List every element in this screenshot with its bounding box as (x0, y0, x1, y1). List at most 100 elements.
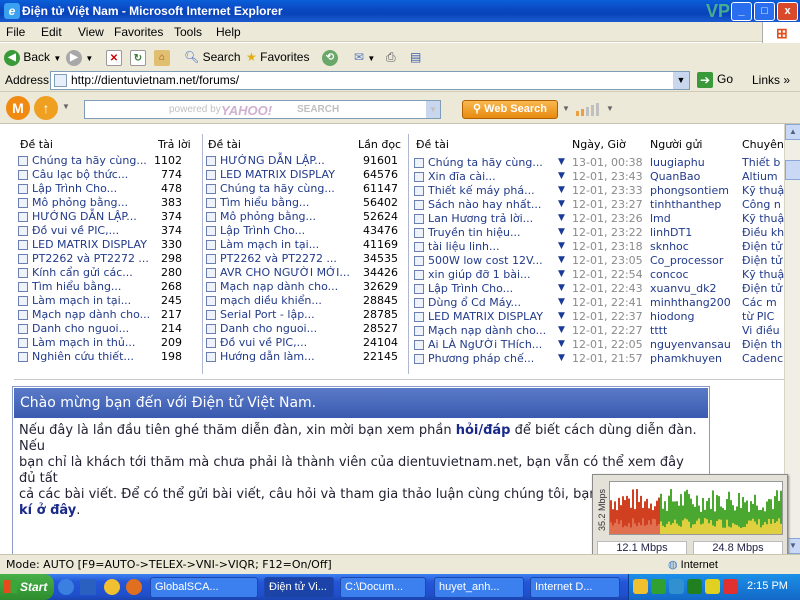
topic-link[interactable]: Ai LÀ NgƯỜi THích... (428, 338, 542, 351)
list-item[interactable]: Mô phỏng bằng... 52624 (206, 210, 402, 224)
mail-button[interactable]: ✉ ▼ (354, 47, 375, 67)
topic-link[interactable]: Sách nào hay nhất... (428, 198, 541, 211)
stop-button[interactable]: ✕ (106, 47, 122, 67)
history-button[interactable]: ⟲ (322, 47, 338, 67)
menu-help[interactable]: Help (216, 25, 241, 39)
list-item[interactable]: Mạch nạp dành cho... 32629 (206, 280, 402, 294)
goto-latest-icon[interactable]: ▼ (558, 283, 565, 293)
list-item[interactable]: LED MATRIX DISPLAY 64576 (206, 168, 402, 182)
list-item[interactable]: xin giúp đỡ 1 bài... ▼ 12-01, 22:54 concoc K… (414, 268, 784, 282)
topic-link[interactable]: Thiết kế máy phá... (428, 184, 535, 197)
post-user[interactable]: sknhoc (650, 240, 689, 253)
list-item[interactable]: Chúng ta hãy cùng... 1102 (18, 154, 186, 168)
list-item[interactable]: Làm mạch in tại... 245 (18, 294, 186, 308)
task-globalsca[interactable]: GlobalSCA... (150, 577, 258, 598)
goto-latest-icon[interactable]: ▼ (558, 157, 565, 167)
list-item[interactable]: PT2262 và PT2272 ... 298 (18, 252, 186, 266)
menu-edit[interactable]: Edit (41, 25, 62, 39)
yahoo-search-dropdown-icon[interactable]: ▼ (426, 101, 440, 118)
list-item[interactable]: Ai LÀ NgƯỜi THích... ▼ 12-01, 22:05 nguyenv… (414, 338, 784, 352)
topic-link[interactable]: HƯỚNG DẪN LẬP... (220, 154, 325, 167)
list-item[interactable]: Làm mạch in thủ... 209 (18, 336, 186, 350)
topic-link[interactable]: LED MATRIX DISPLAY (220, 168, 335, 181)
list-item[interactable]: HƯỚNG DẪN LẬP... 374 (18, 210, 186, 224)
topic-link[interactable]: Phương pháp chế... (428, 352, 534, 365)
list-item[interactable]: Dùng ổ Cd Máy... ▼ 12-01, 22:41 minhthang20… (414, 296, 784, 310)
menu-view[interactable]: View (78, 25, 104, 39)
list-item[interactable]: AVR CHO NGƯỜI MỚI... 34426 (206, 266, 402, 280)
task-dien-tu[interactable]: Điện tử Vi... (264, 577, 334, 598)
topic-link[interactable]: Kính cẩn gửi các... (32, 266, 133, 279)
close-button[interactable]: x (777, 2, 798, 21)
list-item[interactable]: Câu lạc bộ thức... 774 (18, 168, 186, 182)
tray-alert-icon[interactable] (723, 579, 738, 594)
topic-link[interactable]: xin giúp đỡ 1 bài... (428, 268, 531, 281)
topic-link[interactable]: Chúng ta hãy cùng... (32, 154, 147, 167)
post-forum[interactable]: Điện tử (742, 254, 782, 267)
post-forum[interactable]: Điều kh (742, 226, 784, 239)
topic-link[interactable]: Truyền tin hiệu... (428, 226, 520, 239)
yahoo-search-input[interactable]: powered by YAHOO! SEARCH ▼ (84, 100, 441, 119)
post-user[interactable]: hiodong (650, 310, 694, 323)
links-button[interactable]: Links » (752, 73, 790, 87)
topic-link[interactable]: Mô phỏng bằng... (220, 210, 316, 223)
list-item[interactable]: Đồ vui về PIC,... 24104 (206, 336, 402, 350)
post-user[interactable]: xuanvu_dk2 (650, 282, 717, 295)
post-user[interactable]: tinhthanthep (650, 198, 721, 211)
goto-latest-icon[interactable]: ▼ (558, 353, 565, 363)
list-item[interactable]: PT2262 và PT2272 ... 34535 (206, 252, 402, 266)
menu-file[interactable]: File (6, 25, 25, 39)
post-user[interactable]: Co_processor (650, 254, 723, 267)
topic-link[interactable]: Danh cho nguoi... (220, 322, 317, 335)
topic-link[interactable]: Đồ vui về PIC,... (32, 224, 119, 237)
goto-latest-icon[interactable]: ▼ (558, 339, 565, 349)
list-item[interactable]: Tìm hiểu bằng... 56402 (206, 196, 402, 210)
post-forum[interactable]: Điện th (742, 338, 782, 351)
post-forum[interactable]: Công n (742, 198, 781, 211)
post-forum[interactable]: Vi điều (742, 324, 780, 337)
post-user[interactable]: phongsontiem (650, 184, 729, 197)
list-item[interactable]: Danh cho nguoi... 214 (18, 322, 186, 336)
post-user[interactable]: QuanBao (650, 170, 700, 183)
topic-link[interactable]: Lập Trình Cho... (32, 182, 117, 195)
task-huyet-anh[interactable]: huyet_anh... (434, 577, 524, 598)
goto-latest-icon[interactable]: ▼ (558, 213, 565, 223)
list-item[interactable]: Làm mạch in tại... 41169 (206, 238, 402, 252)
goto-latest-icon[interactable]: ▼ (558, 297, 565, 307)
list-item[interactable]: Lập Trình Cho... 478 (18, 182, 186, 196)
topic-link[interactable]: HƯỚNG DẪN LẬP... (32, 210, 137, 223)
topic-link[interactable]: Xin đĩa cài... (428, 170, 496, 183)
list-item[interactable]: Mạch nạp dành cho... ▼ 12-01, 22:27 tttt Vi … (414, 324, 784, 338)
back-button[interactable]: ◀ Back ▼ (4, 47, 61, 67)
topic-link[interactable]: Dùng ổ Cd Máy... (428, 296, 521, 309)
home-button[interactable]: ⌂ (154, 47, 170, 67)
list-item[interactable]: Thiết kế máy phá... ▼ 12-01, 23:33 phongson… (414, 184, 784, 198)
task-documents[interactable]: C:\Docum... (340, 577, 426, 598)
post-forum[interactable]: Cadenc (742, 352, 783, 365)
topic-link[interactable]: Chúng ta hãy cùng... (428, 156, 543, 169)
back-dropdown-icon[interactable]: ▼ (53, 54, 61, 63)
topic-link[interactable]: Hướng dẫn làm... (220, 350, 315, 363)
tray-app-icon[interactable] (669, 579, 684, 594)
list-item[interactable]: Serial Port - lập... 28785 (206, 308, 402, 322)
topic-link[interactable]: Lan Hương trả lời... (428, 212, 533, 225)
list-item[interactable]: Truyền tin hiệu... ▼ 12-01, 23:22 linhDT1 Đi… (414, 226, 784, 240)
topic-link[interactable]: LED MATRIX DISPLAY (428, 310, 543, 323)
list-item[interactable]: Kính cẩn gửi các... 280 (18, 266, 186, 280)
list-item[interactable]: LED MATRIX DISPLAY 330 (18, 238, 186, 252)
goto-latest-icon[interactable]: ▼ (558, 171, 565, 181)
yahoo-up-icon[interactable]: ↑ (34, 96, 58, 120)
topic-link[interactable]: Làm mạch in tại... (32, 294, 131, 307)
topic-link[interactable]: Câu lạc bộ thức... (32, 168, 128, 181)
post-user[interactable]: luugiaphu (650, 156, 705, 169)
list-item[interactable]: Mạch nạp dành cho... 217 (18, 308, 186, 322)
goto-latest-icon[interactable]: ▼ (558, 199, 565, 209)
web-search-dropdown-icon[interactable]: ▼ (562, 104, 570, 113)
list-item[interactable]: 500W low cost 12V... ▼ 12-01, 23:05 Co_proc… (414, 254, 784, 268)
topic-link[interactable]: Lập Trình Cho... (220, 224, 305, 237)
register-link[interactable]: kí ở đây (19, 503, 76, 518)
address-input[interactable]: http://dientuvietnam.net/forums/ ▼ (50, 71, 690, 90)
yahoo-m-icon[interactable]: M (6, 96, 30, 120)
go-button[interactable]: ➔ Go (697, 72, 733, 88)
topic-link[interactable]: Mô phỏng bằng... (32, 196, 128, 209)
